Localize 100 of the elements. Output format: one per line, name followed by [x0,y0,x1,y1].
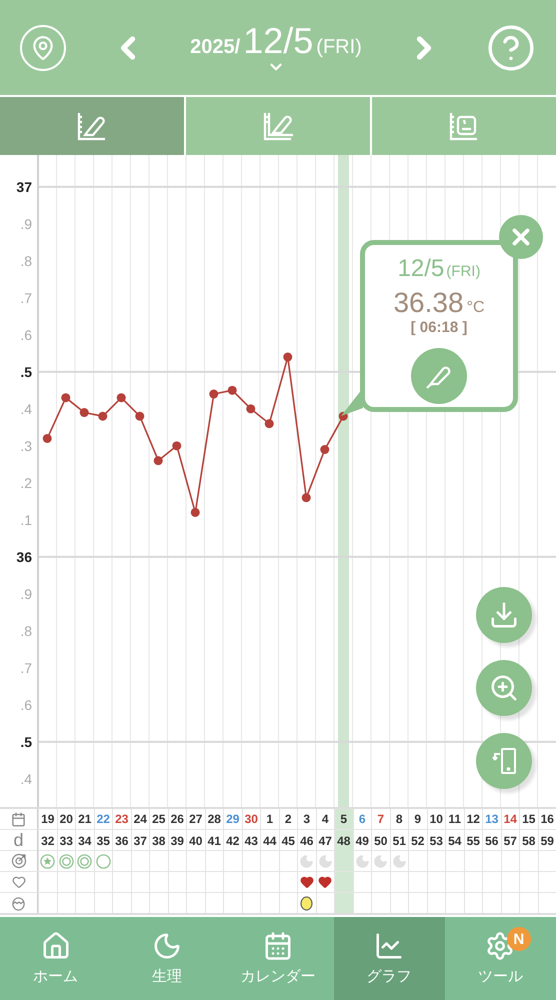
graph-tab[interactable] [0,97,186,155]
date-cell[interactable]: 8 [390,809,408,829]
settings-icon [485,931,516,961]
heart-icon [300,875,314,889]
date-cell[interactable]: 9 [408,809,426,829]
popup-weekday: (FRI) [446,263,480,280]
cycle-day-cell: 37 [130,830,149,851]
date-cell[interactable]: 12 [464,809,482,829]
data-point [209,390,218,399]
date-cell[interactable]: 27 [186,809,204,829]
cycle-day-cell: 44 [260,830,278,851]
date-cell[interactable]: 16 [538,809,556,829]
axis-label: .7 [20,660,32,676]
cycle-day-cell: 53 [426,830,445,851]
axis-label: .1 [20,512,32,528]
cycle-day-cell: 34 [75,830,94,851]
date-cell[interactable]: 25 [149,809,168,829]
cycle-day-cell: 46 [297,830,316,851]
home-icon [40,931,71,961]
cycle-day-cell: 49 [352,830,371,851]
axis-label: 37 [16,178,32,195]
date-text: 12/5 [243,20,314,62]
axis-label: .9 [20,216,32,232]
axis-label: .2 [20,474,32,491]
notification-badge: N [506,927,531,951]
axis-label: .5 [20,364,32,380]
date-cell[interactable]: 21 [75,809,94,829]
date-cell[interactable]: 2 [278,809,297,829]
cycle-day-cell: 56 [482,830,500,851]
moon-icon [152,931,182,961]
temperature-value: 36.38 [393,287,464,319]
axis-label: .9 [20,586,32,602]
cycle-day-cell: 57 [500,830,519,851]
axis-label: .8 [20,252,32,269]
date-cell[interactable]: 15 [519,809,538,829]
cycle-day-cell: 36 [112,830,130,851]
cycle-day-cell: 48 [334,830,352,851]
data-point [98,412,108,421]
cycle-day-cell: 32 [38,830,56,851]
cycle-day-cell: 43 [242,830,260,851]
cycle-day-cell: 35 [94,830,112,851]
date-cell[interactable]: 26 [168,809,186,829]
date-cell[interactable]: 1 [260,809,278,829]
graph-tab[interactable] [186,97,372,155]
cycle-day-cell: 50 [371,830,390,851]
axis-label: .4 [20,400,32,417]
cycle-day-cell: 39 [168,830,186,851]
close-button[interactable] [499,215,543,259]
measurement-time: [ 06:18 ] [410,319,468,336]
weekday-text: (FRI) [316,36,362,58]
cycle-day-cell: 55 [464,830,482,851]
date-cell[interactable]: 14 [500,809,519,829]
date-cell[interactable]: 19 [38,809,56,829]
data-point [246,404,256,414]
cycle-day-cell: 38 [149,830,168,851]
popup-date: 12/5 [398,255,444,283]
location-button[interactable] [20,24,66,70]
date-cell[interactable]: 24 [130,809,149,829]
date-cell[interactable]: 10 [426,809,445,829]
cycle-day-cell: 45 [278,830,297,851]
data-point [302,493,311,502]
year-text: 2025/ [190,36,240,58]
data-point [228,386,237,395]
axis-label: .8 [20,622,32,639]
data-point [190,508,200,517]
heart-outline-icon [12,875,26,889]
cycle-day-cell: 52 [408,830,426,851]
date-cell[interactable]: 30 [242,809,260,829]
data-point [154,456,163,466]
date-cell[interactable]: 28 [204,809,223,829]
temperature-unit: °C [466,299,485,317]
date-cell[interactable]: 20 [56,809,75,829]
target-icon [10,853,26,869]
data-point [116,393,126,402]
data-point [172,441,182,450]
cycle-day-cell: 51 [390,830,408,851]
heart-icon [318,875,332,889]
date-cell[interactable]: 23 [112,809,130,829]
data-point [320,445,330,454]
axis-label: .4 [20,770,32,787]
cycle-day-cell: 59 [538,830,556,851]
cycle-day-cell: 41 [204,830,223,851]
axis-label: .3 [20,438,32,454]
cycle-day-cell: 42 [223,830,242,851]
graph-tab[interactable] [372,97,556,155]
cycle-day-label: d [0,830,38,851]
data-point [42,434,52,443]
date-cell[interactable]: 3 [297,809,316,829]
help-button[interactable] [486,22,536,72]
calendar-icon [11,812,26,826]
data-point [80,408,89,418]
data-point [264,419,274,428]
date-cell[interactable]: 11 [445,809,464,829]
zoom-in-icon [489,673,519,703]
cycle-day-cell: 54 [445,830,464,851]
date-cell[interactable]: 5 [334,809,352,829]
date-cell[interactable]: 7 [371,809,390,829]
axis-label: .6 [20,326,32,343]
line-chart-icon [374,931,404,961]
download-icon [489,600,519,630]
